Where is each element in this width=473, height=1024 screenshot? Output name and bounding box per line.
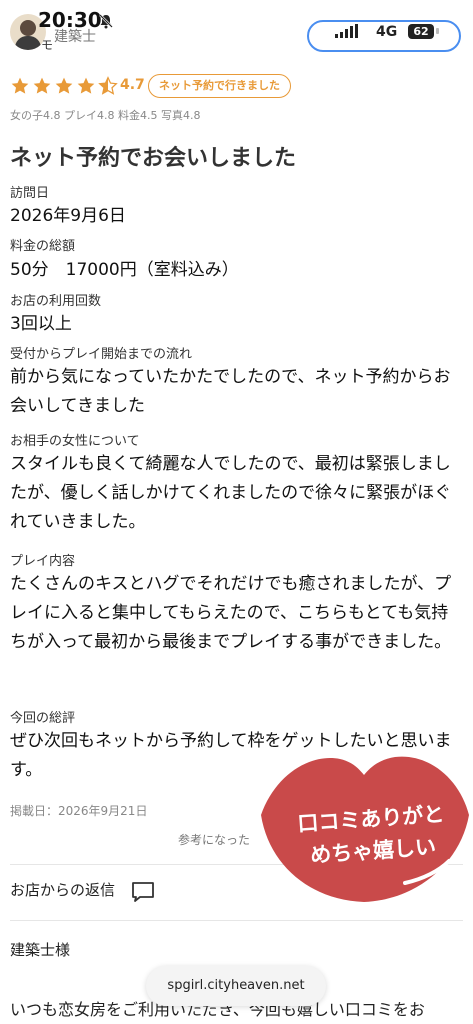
avatar-head (20, 20, 36, 36)
rating-stars (10, 76, 120, 100)
play-label: プレイ内容 (10, 554, 76, 569)
subscores: 女の子4.8 プレイ4.8 料金4.5 写真4.8 (10, 109, 201, 122)
reply-salutation: 建築士様 (10, 941, 71, 959)
review-title: ネット予約でお会いしました (10, 146, 297, 171)
network-type: 4G (376, 24, 398, 40)
rating-value: 4.7 (120, 77, 145, 93)
signal-icon (335, 24, 365, 38)
divider (10, 920, 463, 921)
visit-date-label: 訪問日 (10, 186, 50, 201)
star-icon (77, 77, 95, 94)
usage-label: お店の利用回数 (10, 294, 102, 309)
fee-label: 料金の総額 (10, 239, 76, 254)
play-text: たくさんのキスとハグでそれだけでも癒されましたが、プレイに入ると集中してもらえた… (10, 574, 452, 652)
speech-bubble-icon[interactable] (131, 881, 155, 903)
reviewer-suffix: モ (41, 38, 54, 52)
partner-text: スタイルも良くて綺麗な人でしたので、最初は緊張しましたが、優しく話しかけてくれま… (10, 454, 452, 532)
battery-cap (436, 28, 439, 34)
partner-label: お相手の女性について (10, 434, 140, 449)
avatar-body (15, 36, 41, 50)
flow-label: 受付からプレイ開始までの流れ (10, 347, 193, 362)
half-star-icon (98, 76, 118, 95)
star-icon (11, 77, 29, 94)
fee-value: 50分 17000円（室料込み） (10, 260, 239, 280)
status-bar: 20:30 建築士 モ 4G 62 (0, 0, 473, 60)
battery-icon: 62 (408, 24, 434, 39)
visit-date: 2026年9月6日 (10, 206, 126, 226)
bell-slash-icon (99, 14, 113, 29)
star-icon (33, 77, 51, 94)
helpful-button[interactable]: 参考になった (178, 831, 250, 848)
usage-value: 3回以上 (10, 314, 72, 334)
summary-label: 今回の総評 (10, 711, 76, 726)
star-icon (55, 77, 73, 94)
posted-date: 掲載日：2026年9月21日 (10, 804, 148, 818)
net-reservation-badge: ネット予約で行きました (148, 74, 291, 98)
flow-text: 前から気になっていたかたでしたので、ネット予約からお会いしてきました (10, 367, 451, 416)
reviewer-name: 建築士 (54, 29, 96, 45)
shop-reply-label[interactable]: お店からの返信 (10, 879, 115, 900)
browser-url-bar[interactable]: spgirl.cityheaven.net (146, 966, 326, 1006)
